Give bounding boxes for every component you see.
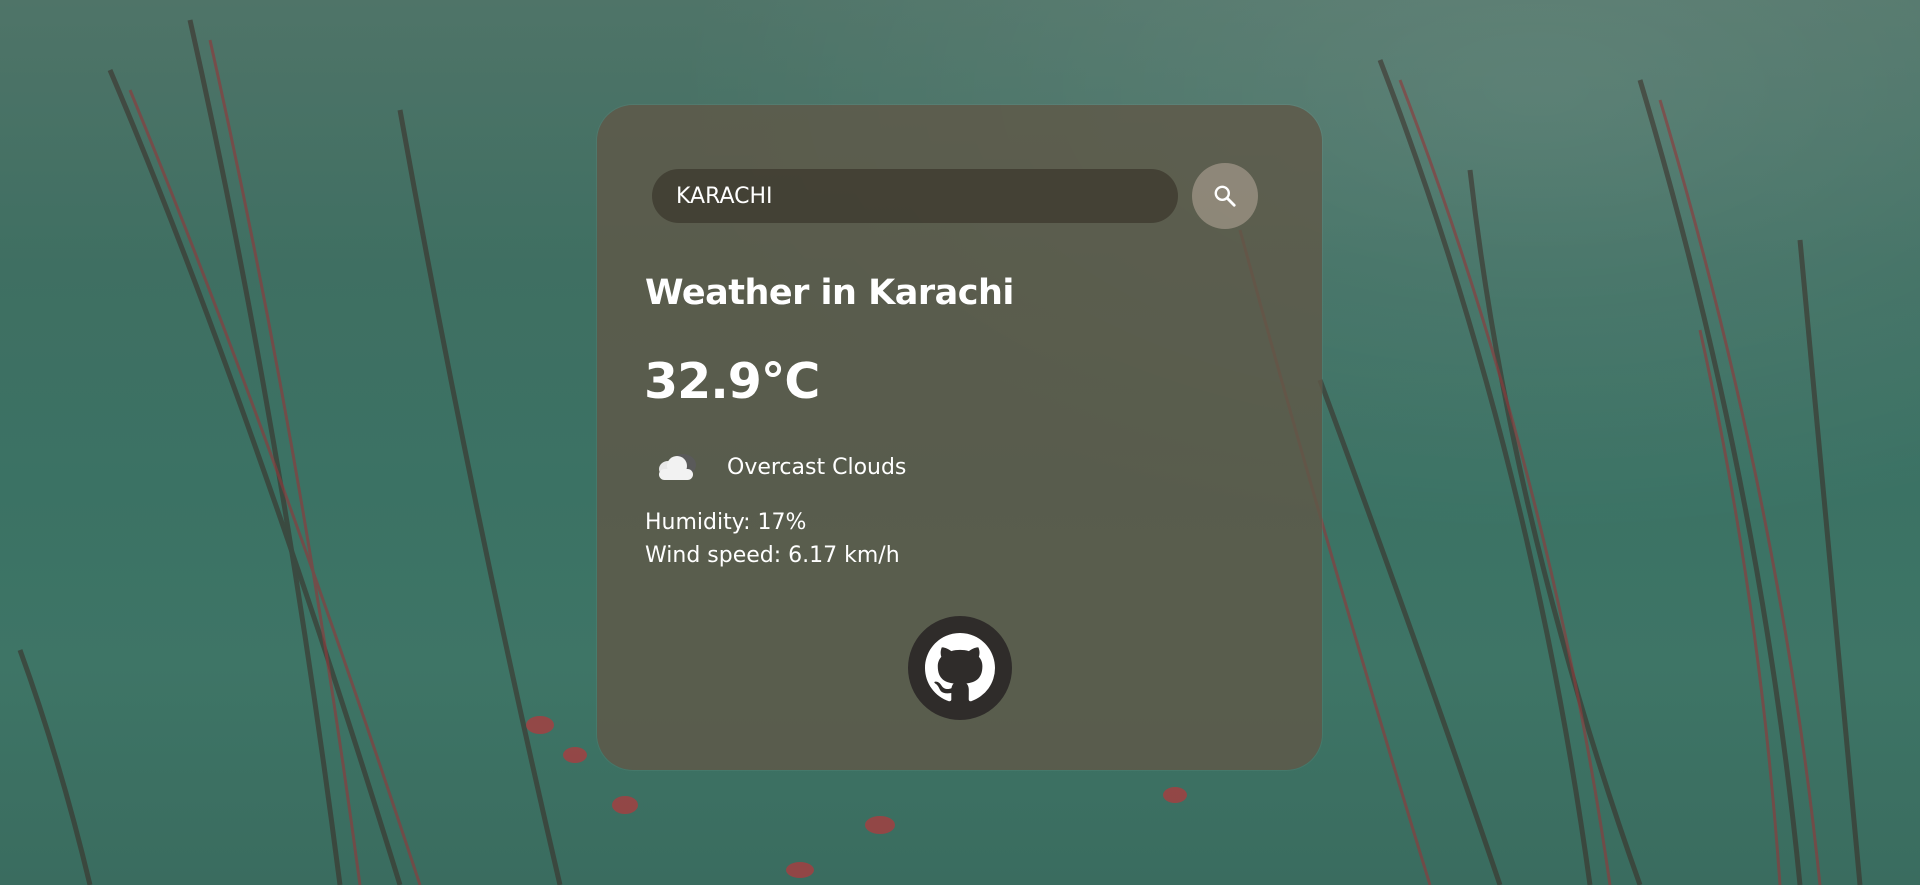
temperature: 32.9°C [644,353,820,410]
weather-description: Overcast Clouds [727,454,907,480]
location-title: Weather in Karachi [645,273,1014,313]
weather-description-row: Overcast Clouds [649,445,906,489]
humidity-text: Humidity: 17% [645,510,807,535]
github-link-button[interactable] [908,616,1012,720]
search-icon [1214,185,1236,207]
weather-card: Weather in Karachi 32.9°C Overcast Cloud… [597,105,1322,770]
search-input[interactable] [652,169,1178,223]
wind-speed-text: Wind speed: 6.17 km/h [645,543,900,568]
cloud-icon [659,454,696,480]
search-bar [652,163,1272,229]
search-button[interactable] [1192,163,1258,229]
github-icon [925,633,995,702]
